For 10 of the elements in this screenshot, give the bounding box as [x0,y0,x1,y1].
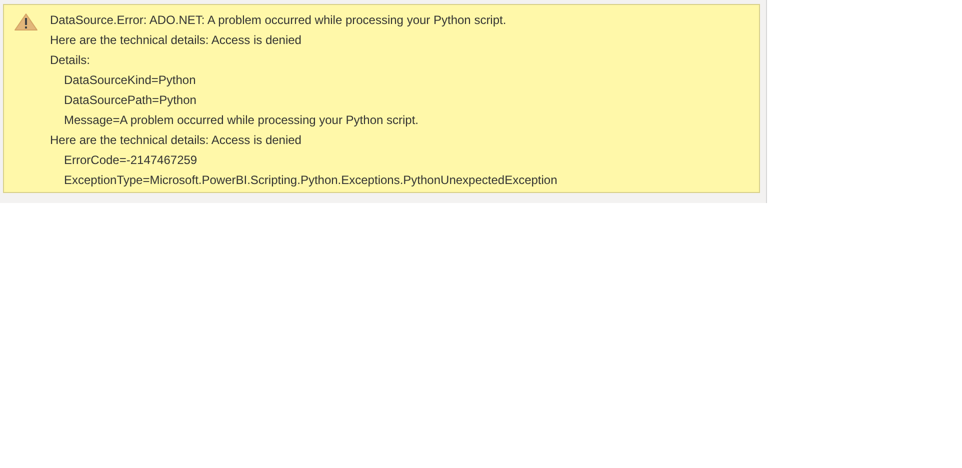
message-line: DataSource.Error: ADO.NET: A problem occurred while processing your Python script. [50,12,508,29]
message-line: DataSourcePath=Python [63,92,198,109]
message-line: Here are the technical details: Access is denied [50,32,302,49]
message-line: Here are the technical details: Access is denied [50,132,302,149]
message-line: ErrorCode=-2147467259 [63,152,198,169]
message-line: DataSourceKind=Python [63,72,197,89]
message-line: Details: [50,52,92,69]
message-line: Message=A problem occurred while processing your Python script. [63,112,420,129]
warning-icon [14,13,38,31]
message-line: ExceptionType=Microsoft.PowerBI.Scripting.Python.Exceptions.PythonUnexpectedException [63,172,558,189]
